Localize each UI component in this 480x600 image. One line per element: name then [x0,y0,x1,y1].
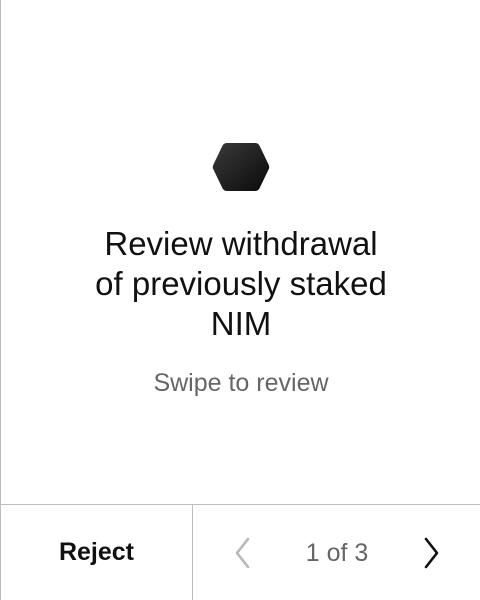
device-frame: Review withdrawal of previously staked N… [0,0,480,600]
bottom-action-bar: Reject 1 of 3 [1,504,480,600]
title-line: Review withdrawal [104,225,378,262]
hexagon-icon [211,140,271,194]
review-screen[interactable]: Review withdrawal of previously staked N… [1,0,480,504]
title-line: NIM [210,305,272,342]
chevron-left-icon [235,537,250,569]
title-line: of previously staked [95,265,387,302]
prev-page-button[interactable] [223,533,263,573]
next-page-button[interactable] [411,533,451,573]
chevron-right-icon [424,537,439,569]
pager: 1 of 3 [193,505,480,600]
swipe-hint: Swipe to review [153,369,329,397]
reject-button[interactable]: Reject [1,505,193,600]
page-indicator: 1 of 3 [305,539,369,567]
page-title: Review withdrawal of previously staked N… [41,224,441,344]
